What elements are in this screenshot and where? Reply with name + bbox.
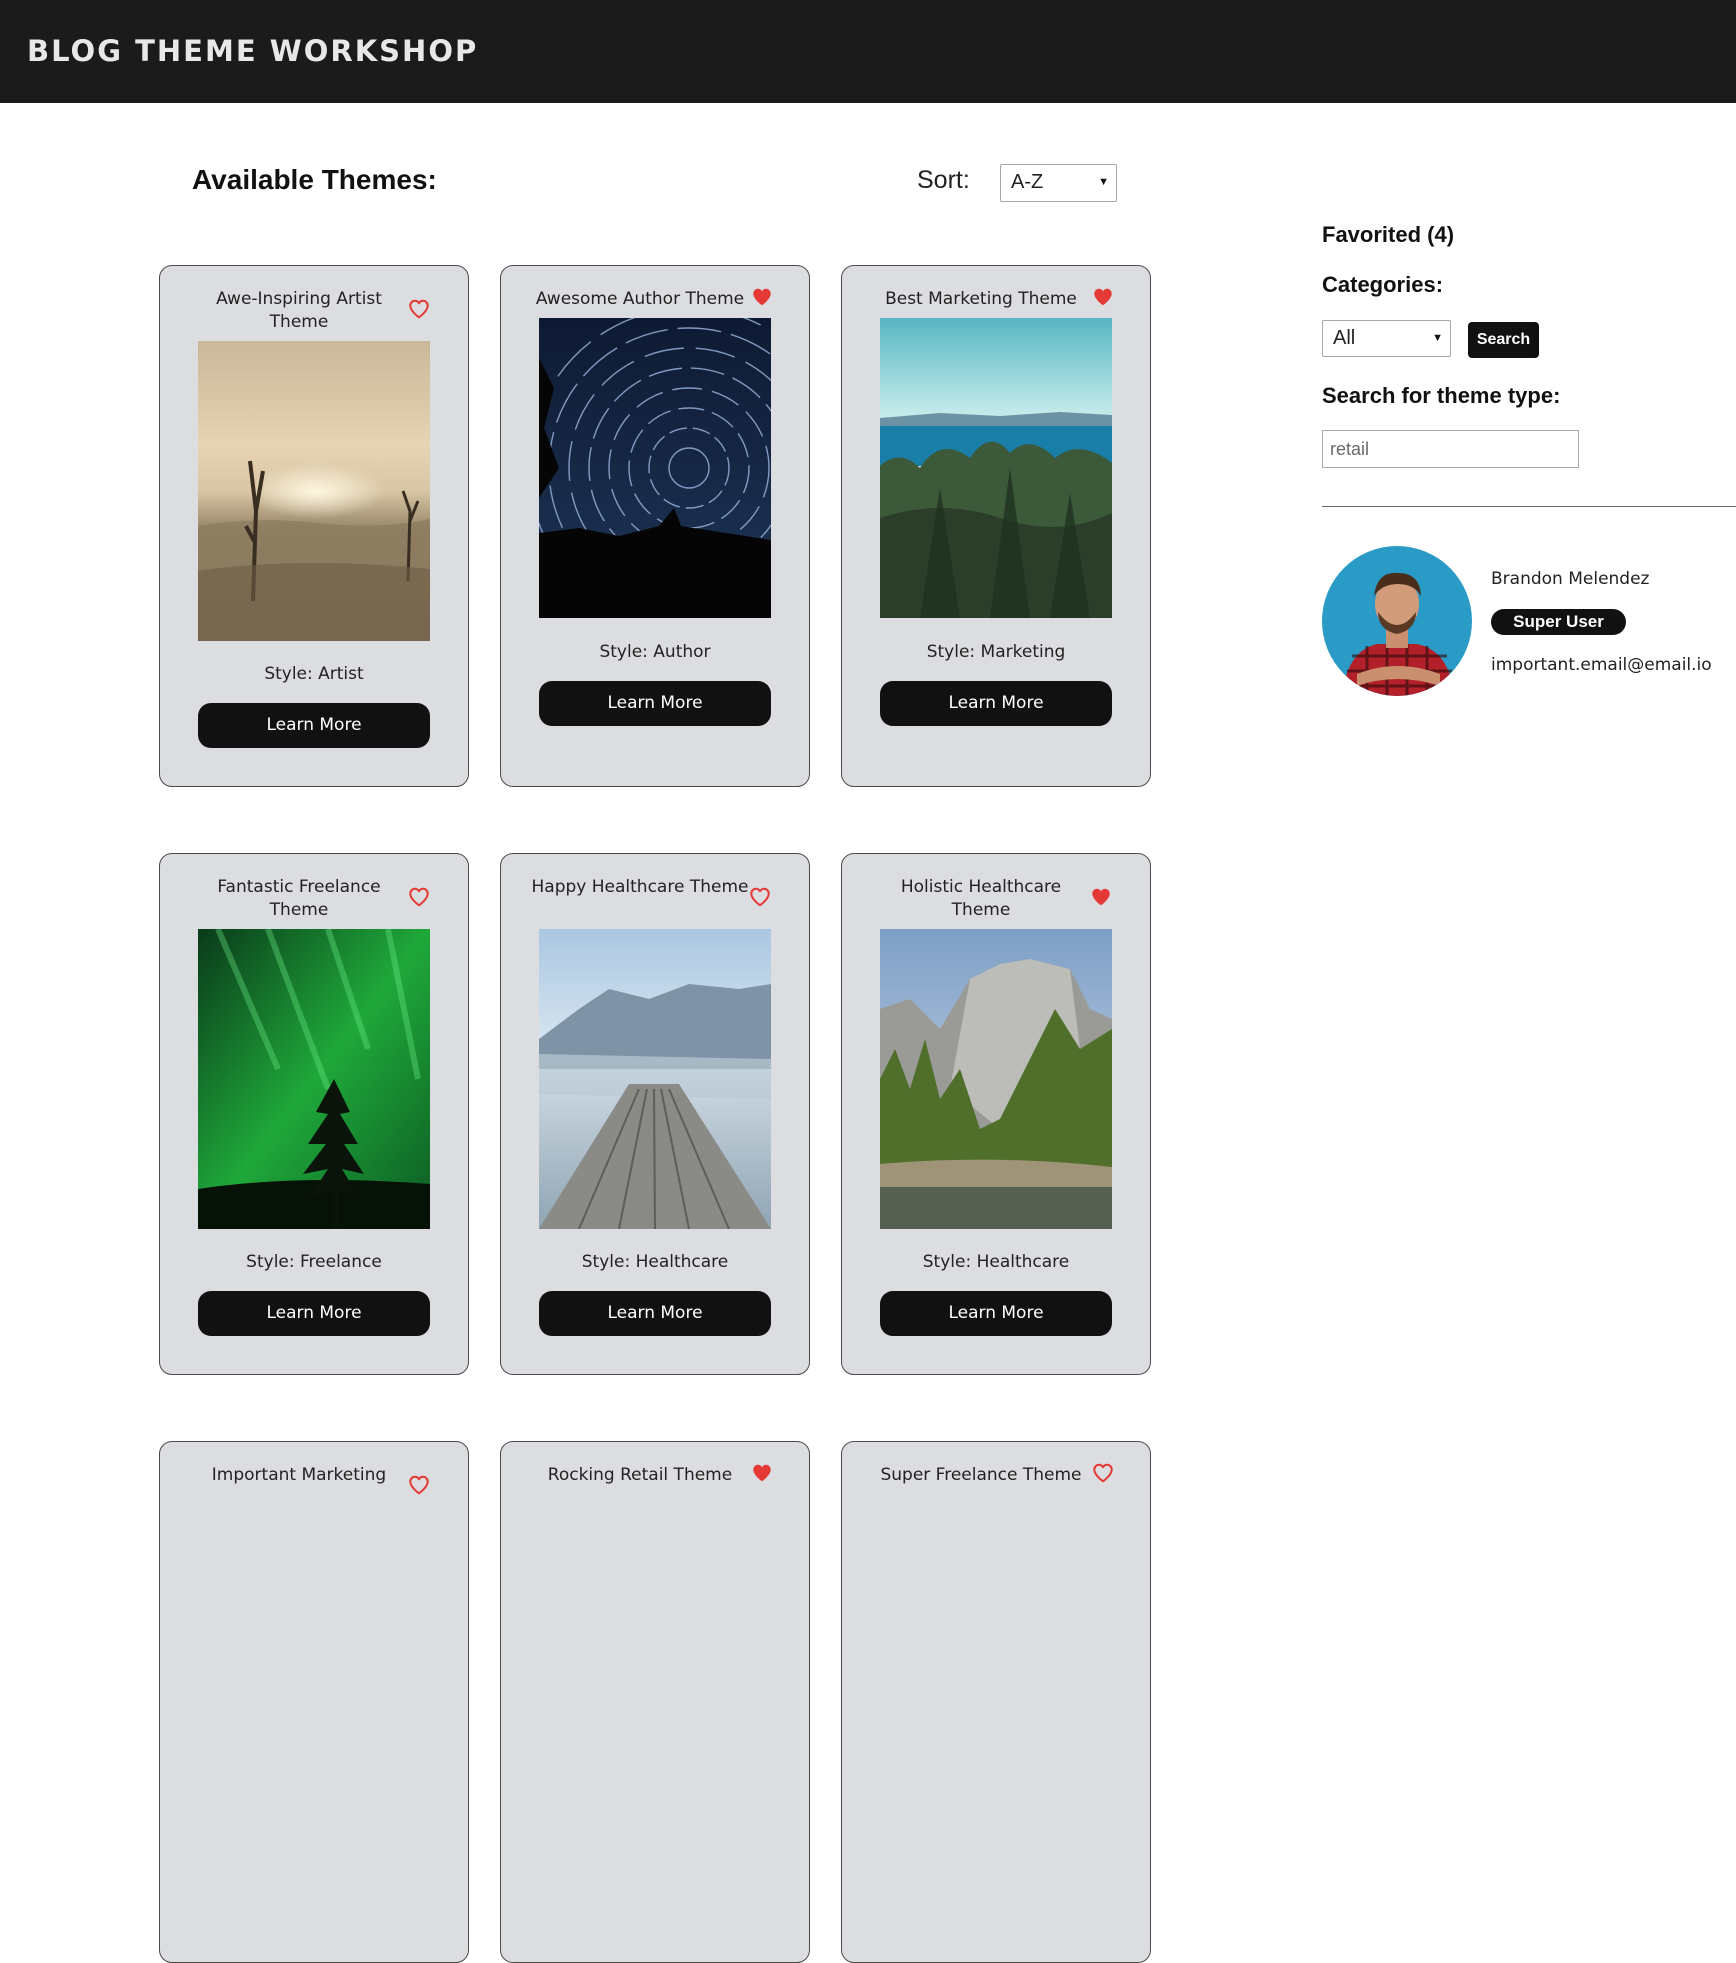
learn-more-button[interactable]: Learn More	[198, 1291, 430, 1336]
theme-card: Fantastic Freelance Theme Style: Freelan…	[159, 853, 469, 1375]
user-name: Brandon Melendez	[1491, 569, 1650, 589]
theme-thumbnail	[539, 318, 771, 618]
learn-more-button[interactable]: Learn More	[539, 1291, 771, 1336]
theme-title: Fantastic Freelance Theme	[217, 877, 381, 920]
theme-thumbnail	[539, 929, 771, 1229]
sort-select[interactable]: A-Z ▼	[1000, 164, 1117, 202]
favorite-heart-icon[interactable]	[1092, 286, 1114, 308]
favorite-heart-icon[interactable]	[408, 298, 430, 320]
category-select-value: All	[1333, 327, 1356, 349]
theme-card: Holistic Healthcare Theme Style: Healthc…	[841, 853, 1151, 1375]
theme-style: Style: Freelance	[246, 1252, 382, 1272]
theme-card: Awe-Inspiring Artist Theme Style: Artist…	[159, 265, 469, 787]
favorite-heart-icon[interactable]	[408, 886, 430, 908]
theme-style: Style: Marketing	[926, 642, 1066, 662]
favorite-heart-icon[interactable]	[408, 1474, 430, 1496]
theme-style: Style: Healthcare	[581, 1252, 729, 1272]
theme-style: Style: Healthcare	[922, 1252, 1070, 1272]
theme-card: Super Freelance Theme	[841, 1441, 1151, 1963]
dropdown-arrow-icon: ▼	[1432, 332, 1443, 344]
theme-title: Awesome Author Theme	[535, 289, 745, 309]
top-bar: BLOG THEME WORKSHOP	[0, 0, 1736, 103]
theme-title: Best Marketing Theme	[885, 289, 1077, 309]
theme-card: Awesome Author Theme Style: Author Learn…	[500, 265, 810, 787]
theme-style: Style: Author	[599, 642, 711, 662]
theme-thumbnail	[198, 341, 430, 641]
favorite-heart-icon[interactable]	[751, 286, 773, 308]
available-themes-heading: Available Themes:	[192, 164, 437, 195]
site-title: BLOG THEME WORKSHOP	[27, 34, 479, 68]
user-avatar	[1322, 546, 1472, 696]
theme-card: Best Marketing Theme Style: Marketing Le…	[841, 265, 1151, 787]
user-role-badge: Super User	[1491, 609, 1626, 635]
theme-thumbnail	[198, 929, 430, 1229]
search-button[interactable]: Search	[1468, 322, 1539, 358]
theme-title: Holistic Healthcare Theme	[900, 877, 1062, 920]
theme-title: Super Freelance Theme	[880, 1465, 1082, 1485]
theme-title: Important Marketing	[211, 1465, 387, 1485]
user-email: important.email@email.io	[1491, 655, 1712, 675]
sidebar-divider	[1322, 506, 1736, 507]
category-select[interactable]: All ▼	[1322, 320, 1451, 357]
theme-title: Awe-Inspiring Artist Theme	[216, 289, 382, 332]
theme-thumbnail	[880, 318, 1112, 618]
theme-style: Style: Artist	[264, 664, 364, 684]
theme-thumbnail	[880, 929, 1112, 1229]
learn-more-button[interactable]: Learn More	[880, 681, 1112, 726]
learn-more-button[interactable]: Learn More	[880, 1291, 1112, 1336]
search-theme-type-label: Search for theme type:	[1322, 383, 1561, 408]
theme-card: Happy Healthcare Theme Style: Healthcare…	[500, 853, 810, 1375]
theme-title: Rocking Retail Theme	[547, 1465, 733, 1485]
theme-type-search-input[interactable]	[1322, 430, 1579, 468]
theme-card: Important Marketing	[159, 1441, 469, 1963]
favorite-heart-icon[interactable]	[1090, 886, 1112, 908]
sort-select-value: A-Z	[1011, 171, 1044, 193]
favorite-heart-icon[interactable]	[749, 886, 771, 908]
learn-more-button[interactable]: Learn More	[539, 681, 771, 726]
learn-more-button[interactable]: Learn More	[198, 703, 430, 748]
dropdown-arrow-icon: ▼	[1098, 176, 1109, 188]
favorited-count-link[interactable]: Favorited (4)	[1322, 222, 1454, 248]
theme-card: Rocking Retail Theme	[500, 1441, 810, 1963]
categories-label: Categories:	[1322, 272, 1444, 297]
theme-title: Happy Healthcare Theme	[531, 877, 749, 897]
sort-label: Sort:	[917, 166, 970, 194]
